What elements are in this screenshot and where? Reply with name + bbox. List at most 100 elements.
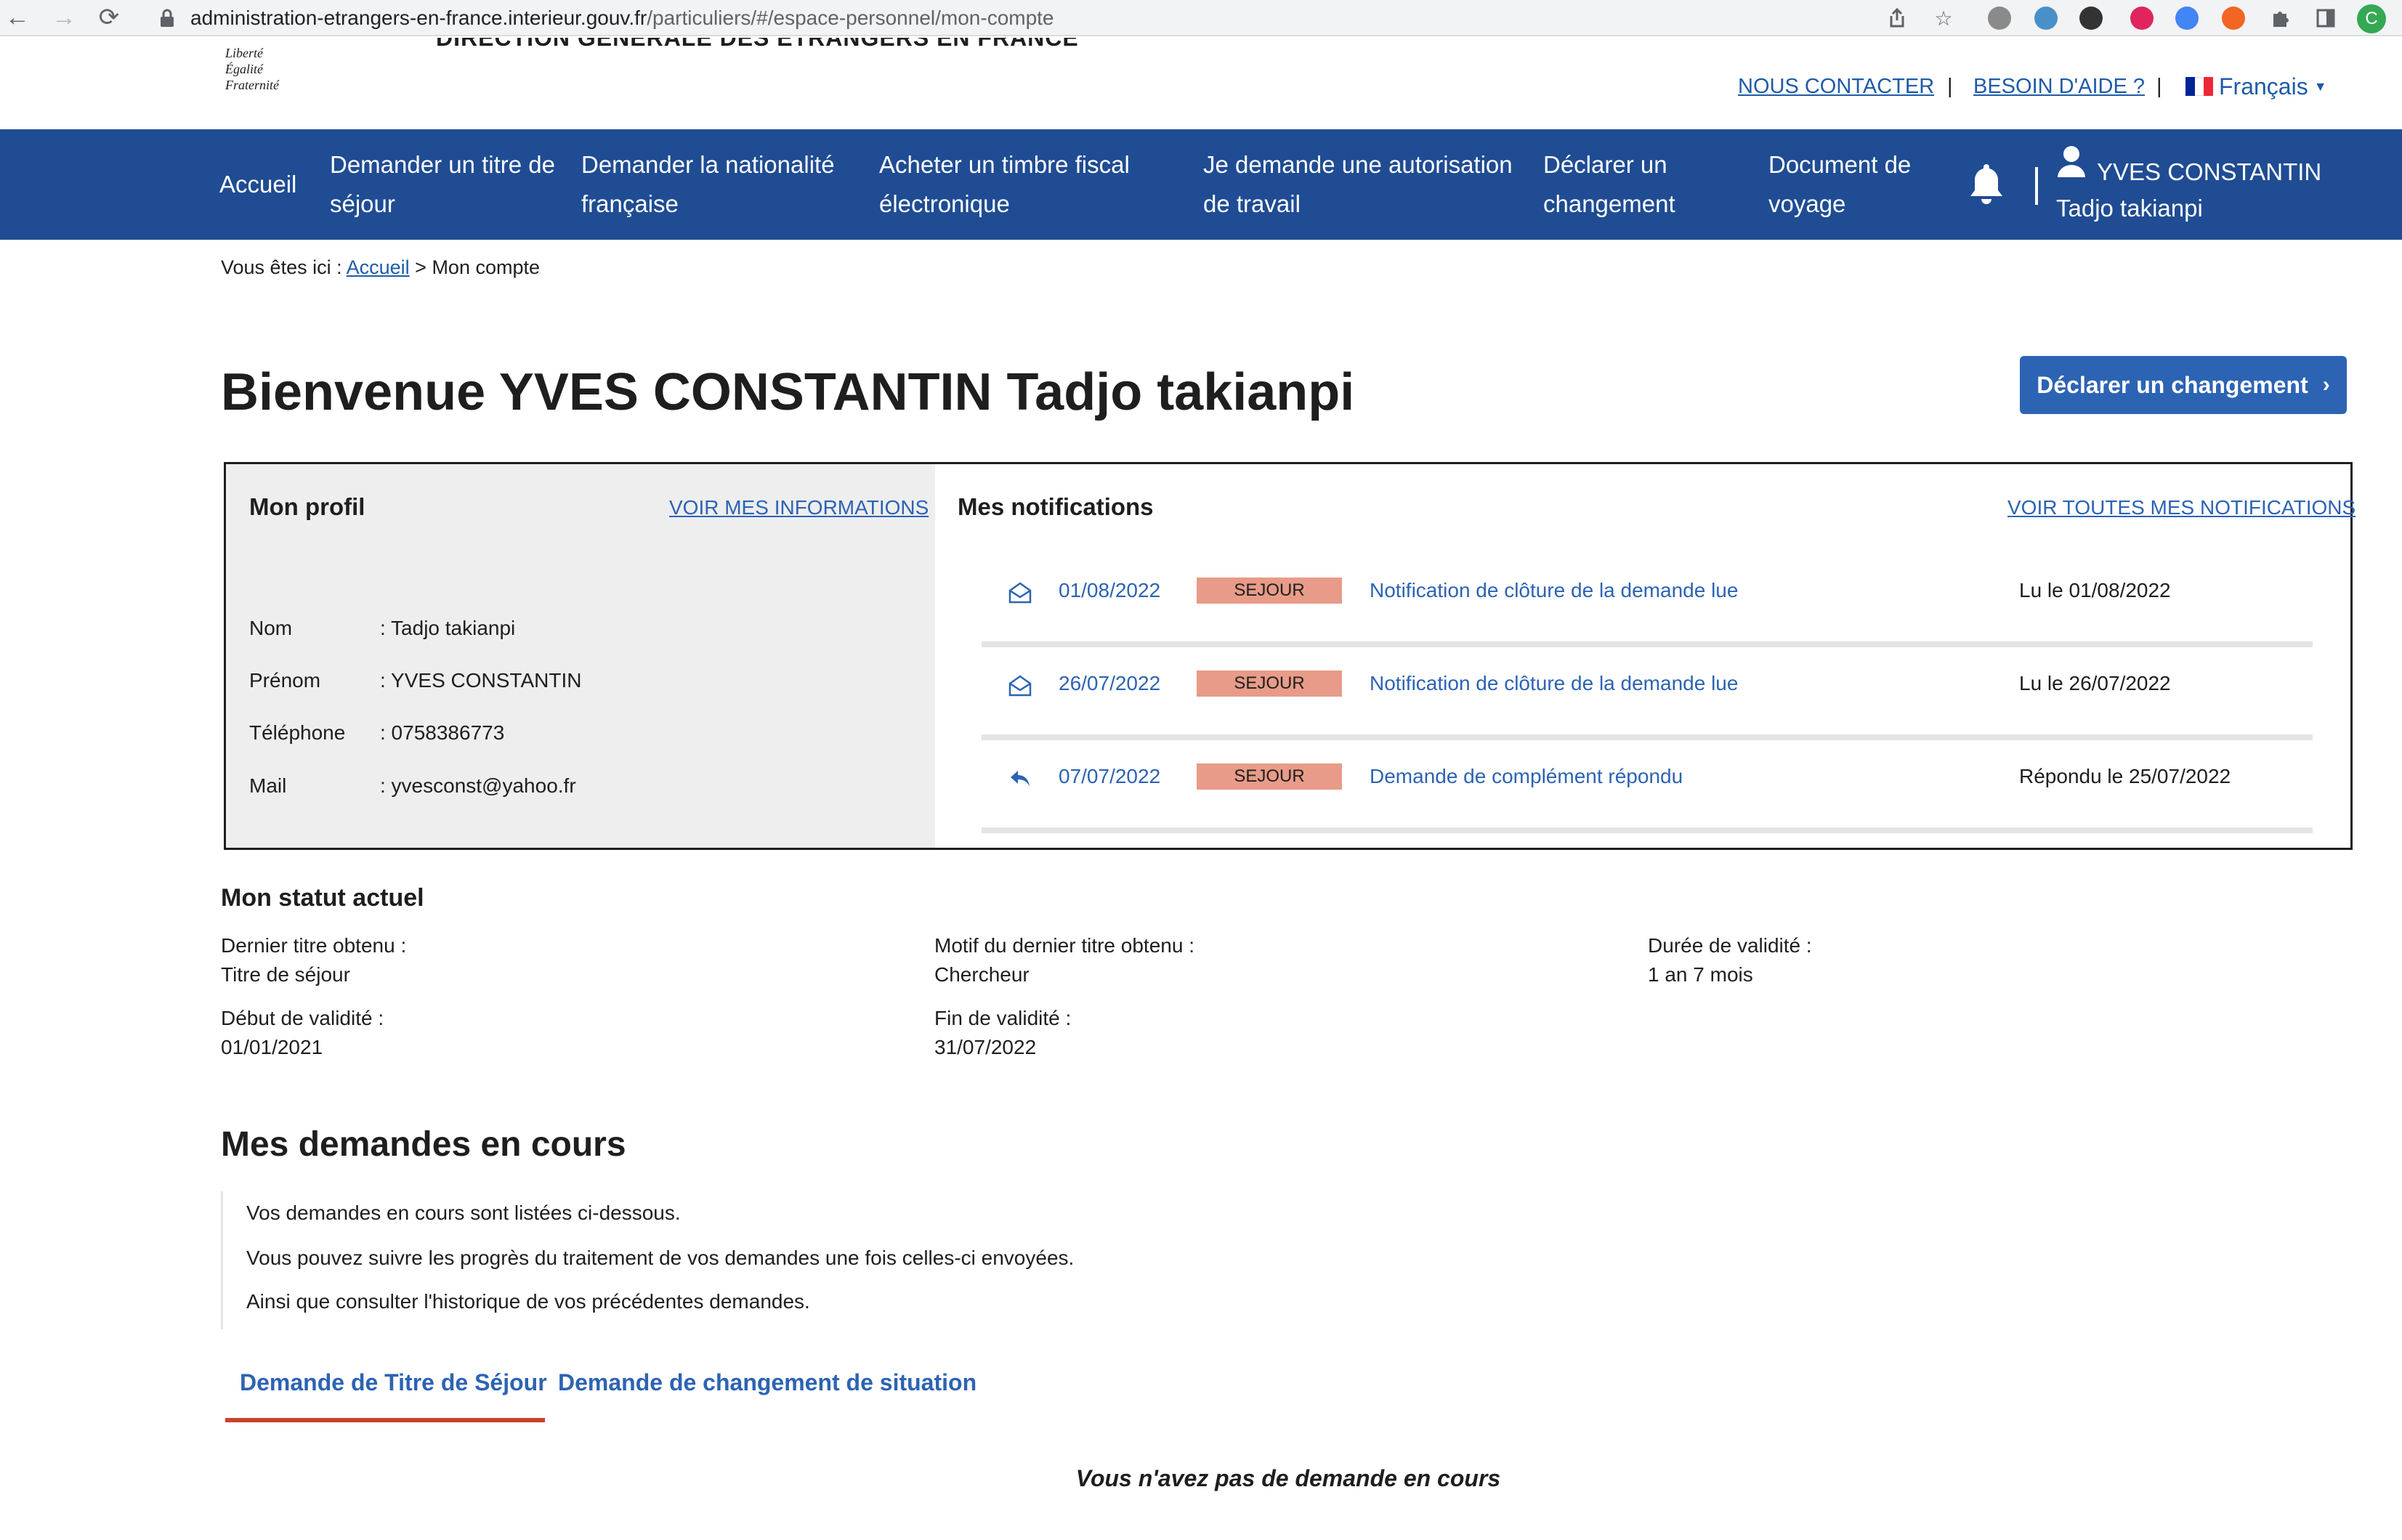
separator: | [2156,75,2162,98]
breadcrumb-current: > Mon compte [415,256,541,278]
site-direction-title: DIRECTION GÉNÉRALE DES ÉTRANGERS EN FRAN… [436,38,1079,51]
chevron-right-icon: › [2322,373,2330,397]
contact-link[interactable]: NOUS CONTACTER [1738,68,1934,105]
notification-date[interactable]: 01/08/2022 [1059,576,1160,605]
back-arrow-icon[interactable]: ← [3,3,32,32]
nav-item-line: Je demande une autorisation [1203,151,1513,178]
notification-text[interactable]: Notification de clôture de la demande lu… [1370,669,1738,698]
nav-titre-sejour[interactable]: Demander un titre de séjour [330,145,555,224]
field-value-prenom: : YVES CONSTANTIN [380,669,582,692]
browser-toolbar: ← → ⟳ administration-etrangers-en-france… [0,0,2402,36]
nav-item-line: électronique [879,190,1010,217]
side-panel-icon[interactable] [2312,4,2340,32]
notification-badge: SEJOUR [1197,763,1342,790]
address-bar[interactable]: administration-etrangers-en-france.inter… [190,4,1054,33]
notification-text[interactable]: Notification de clôture de la demande lu… [1370,576,1738,605]
requests-info: Vos demandes en cours sont listées ci-de… [221,1191,1238,1329]
requests-title: Mes demandes en cours [221,1125,626,1164]
extension-icon[interactable] [2079,7,2103,30]
notification-text[interactable]: Demande de complément répondu [1370,762,1683,791]
notification-row[interactable]: 07/07/2022 SEJOUR Demande de complément … [982,740,2313,833]
declare-change-button[interactable]: Déclarer un changement › [2020,356,2347,414]
nav-nationalite[interactable]: Demander la nationalité française [581,145,835,224]
info-line: Ainsi que consulter l'historique de vos … [246,1290,810,1313]
notification-row[interactable]: 26/07/2022 SEJOUR Notification de clôtur… [982,647,2313,740]
translate-extension-icon[interactable] [2175,7,2199,30]
empty-requests-message: Vous n'avez pas de demande en cours [1075,1465,1501,1491]
notification-date[interactable]: 07/07/2022 [1059,762,1160,791]
nav-item-line: séjour [330,190,395,217]
extension-icon[interactable] [1988,7,2011,30]
nav-item-line: Déclarer un [1543,151,1667,178]
bookmark-star-icon[interactable]: ☆ [1930,4,1957,32]
status-label-duree: Durée de validité : [1648,934,1812,957]
puzzle-extensions-icon[interactable] [2267,4,2294,32]
status-title: Mon statut actuel [221,884,424,912]
lock-icon[interactable] [154,5,180,31]
field-label-nom: Nom [249,617,293,639]
status-value-dernier-titre: Titre de séjour [221,963,350,986]
status-label-motif: Motif du dernier titre obtenu : [934,934,1194,957]
caret-down-icon: ▼ [2313,78,2327,94]
nav-item-line: de travail [1203,190,1301,217]
nav-item-line: Demander la nationalité [581,151,835,178]
reply-icon [1008,766,1032,791]
status-value-duree: 1 an 7 mois [1648,963,1753,986]
nav-item-line: Demander un titre de [330,151,556,178]
view-all-notifications-link[interactable]: VOIR TOUTES MES NOTIFICATIONS [2007,493,2356,522]
row-divider [982,827,2313,833]
language-selector[interactable]: Français ▼ [2185,68,2327,105]
nav-item-line: Document de [1768,151,1912,178]
notification-status: Lu le 26/07/2022 [2019,672,2171,694]
field-label-prenom: Prénom [249,669,321,692]
nav-item-line: voyage [1768,190,1846,217]
status-label-debut: Début de validité : [221,1007,384,1029]
site-header: Liberté Égalité Fraternité DIRECTION GÉN… [0,38,2402,129]
user-surname[interactable]: Tadjo takianpi [2056,189,2203,228]
motto-liberte: Liberté [225,46,263,60]
field-value-mail: : yvesconst@yahoo.fr [380,774,576,797]
notification-date[interactable]: 26/07/2022 [1059,669,1160,698]
extension-icon[interactable] [2222,7,2245,30]
share-icon[interactable] [1883,4,1911,32]
nav-divider [2035,167,2038,205]
view-info-link[interactable]: VOIR MES INFORMATIONS [669,493,929,522]
user-icon[interactable] [2056,145,2087,177]
extension-icon[interactable] [2130,7,2154,30]
notification-bell-icon[interactable] [1966,161,2007,208]
breadcrumb-home-link[interactable]: Accueil [347,256,410,278]
nav-item-line: Acheter un timbre fiscal [879,151,1130,178]
status-label-dernier-titre: Dernier titre obtenu : [221,934,407,957]
reload-icon[interactable]: ⟳ [94,3,124,32]
extension-cloud-icon[interactable] [2034,7,2058,30]
notification-status: Lu le 01/08/2022 [2019,579,2171,601]
url-path: /particuliers/#/espace-personnel/mon-com… [647,7,1054,29]
tab-titre-sejour[interactable]: Demande de Titre de Séjour [240,1366,547,1399]
header-links: NOUS CONTACTER | BESOIN D'AIDE ? | Franç… [0,68,2402,105]
row-divider [982,641,2313,647]
profile-avatar[interactable]: C [2357,4,2386,33]
field-value-nom: : Tadjo takianpi [380,617,516,639]
breadcrumb-prefix: Vous êtes ici : [221,256,342,278]
nav-home[interactable]: Accueil [219,165,296,204]
field-value-telephone: : 0758386773 [380,721,505,744]
nav-item-line: française [581,190,679,217]
notifications-title: Mes notifications [958,493,1154,520]
page-title: Bienvenue YVES CONSTANTIN Tadjo takianpi [221,363,1355,421]
profile-panel: Mon profil VOIR MES INFORMATIONS Nom : T… [226,464,935,848]
field-label-mail: Mail [249,774,287,797]
nav-timbre-fiscal[interactable]: Acheter un timbre fiscal électronique [879,145,1130,224]
user-name[interactable]: YVES CONSTANTIN [2097,153,2321,192]
nav-declarer-changement[interactable]: Déclarer un changement [1543,145,1675,224]
notification-status: Répondu le 25/07/2022 [2019,765,2231,787]
account-summary-box: Mon profil VOIR MES INFORMATIONS Nom : T… [224,462,2356,850]
declare-change-label: Déclarer un changement [2037,371,2308,398]
separator: | [1947,75,1953,98]
nav-document-voyage[interactable]: Document de voyage [1768,145,1911,224]
notification-row[interactable]: 01/08/2022 SEJOUR Notification de clôtur… [982,554,2313,647]
nav-autorisation-travail[interactable]: Je demande une autorisation de travail [1203,145,1513,224]
notification-badge: SEJOUR [1197,578,1342,604]
forward-arrow-icon[interactable]: → [49,3,78,32]
tab-changement-situation[interactable]: Demande de changement de situation [558,1366,976,1399]
help-link[interactable]: BESOIN D'AIDE ? [1973,68,2145,105]
